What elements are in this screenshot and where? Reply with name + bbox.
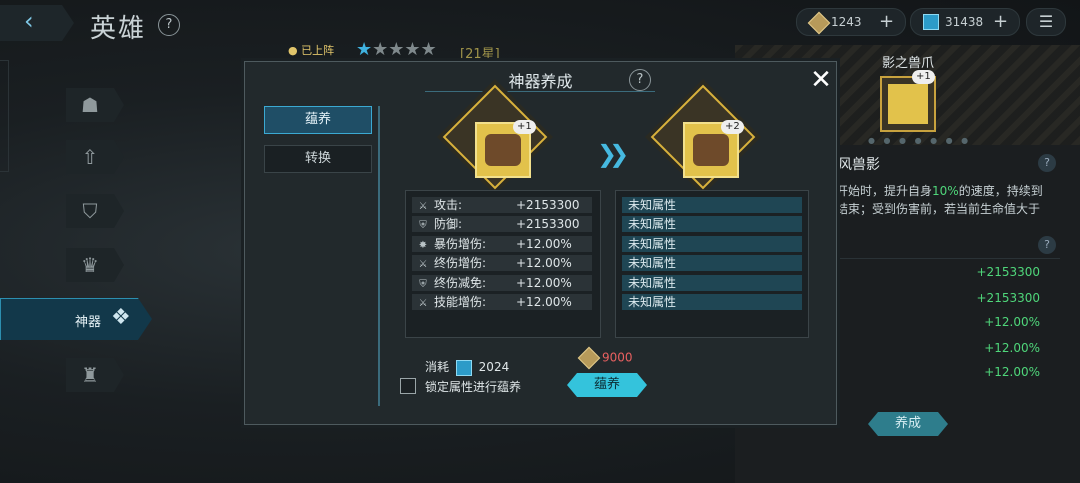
sidebar-item-artifact[interactable]: 神器 ❖ bbox=[0, 298, 152, 340]
gem-amount: 31438 bbox=[945, 15, 984, 29]
back-button[interactable]: ‹ bbox=[0, 5, 74, 41]
dialog-title: 神器养成 bbox=[508, 72, 573, 91]
sidebar-item-costume[interactable]: ♜ bbox=[66, 358, 124, 392]
stat-value: +12.00% bbox=[984, 365, 1040, 379]
final-damage-icon: ⚔ bbox=[418, 259, 428, 270]
current-level-badge: +1 bbox=[513, 120, 536, 134]
artifact-level-badge: +1 bbox=[912, 70, 935, 84]
deploy-status: ● 已上阵 bbox=[288, 44, 335, 57]
defense-icon: ⛨ bbox=[419, 220, 427, 231]
close-icon[interactable]: ✕ bbox=[808, 67, 834, 93]
star-rating: ★★★★★ bbox=[356, 39, 437, 60]
sidebar-edge bbox=[0, 60, 9, 172]
artifact-icon: ❖ bbox=[111, 305, 131, 330]
armor-icon: ♜ bbox=[81, 363, 99, 387]
page-dots: ● ● ● ● ● ● ● bbox=[868, 136, 972, 145]
stat-row: ⛨ 防御: +2153300 bbox=[412, 216, 592, 232]
add-gem-button[interactable]: + bbox=[993, 9, 1008, 35]
gold-coin-icon bbox=[807, 11, 831, 35]
cost-row: 消耗 2024 bbox=[425, 359, 510, 376]
tab-convert[interactable]: 转换 bbox=[264, 145, 372, 173]
artifact-dialog: 神器养成 ? ✕ 蕴养 转换 +1 ❯❯ +2 ⚔ 攻击: +2153300 ⛨ 防… bbox=[244, 61, 837, 425]
stat-value: +12.00% bbox=[984, 315, 1040, 329]
double-chevron-right-icon: ❯❯ bbox=[597, 140, 629, 168]
unknown-stat: 未知属性 bbox=[622, 255, 802, 271]
stat-value: +2153300 bbox=[976, 265, 1041, 279]
stat-row: ⚔ 技能增伤: +12.00% bbox=[412, 294, 592, 310]
cultivate-button[interactable]: 蕴养 bbox=[567, 373, 647, 397]
stat-value: +12.00% bbox=[984, 341, 1040, 355]
beast-claw-icon bbox=[485, 134, 521, 166]
artifact-thumbnail[interactable]: +1 bbox=[880, 70, 936, 132]
stat-row: ⚔ 攻击: +2153300 bbox=[412, 197, 592, 213]
sidebar-item-upgrade[interactable]: ⇧ bbox=[66, 140, 124, 174]
stat-row: ✸ 暴伤增伤: +12.00% bbox=[412, 236, 592, 252]
gem-cube-icon bbox=[923, 14, 939, 30]
beast-claw-icon bbox=[888, 84, 928, 124]
sidebar-item-equipment[interactable]: ⛉ bbox=[66, 194, 124, 228]
deploy-badge-icon: ● bbox=[288, 44, 298, 57]
shield-icon: ⛉ bbox=[82, 199, 98, 223]
sidebar-item-skills[interactable]: ♛ bbox=[66, 248, 124, 282]
star-level: [21星] bbox=[460, 47, 500, 62]
stat-value: +2153300 bbox=[976, 291, 1041, 305]
final-reduction-icon: ⛨ bbox=[419, 279, 427, 290]
helmet-icon: ☗ bbox=[81, 93, 99, 117]
gem-resource: 31438 + bbox=[910, 8, 1020, 36]
skill-damage-icon: ⚔ bbox=[418, 298, 428, 309]
skill-help-icon[interactable]: ? bbox=[1038, 154, 1056, 172]
unknown-stat: 未知属性 bbox=[622, 294, 802, 310]
skill-desc-line2: 斗结束；受到伤害前，若当前生命值大于 bbox=[824, 202, 1041, 216]
upgrade-arrow-icon: ⇧ bbox=[81, 145, 99, 169]
tab-cultivate[interactable]: 蕴养 bbox=[264, 106, 372, 134]
next-stats-box: 未知属性 未知属性 未知属性 未知属性 未知属性 未知属性 bbox=[615, 190, 809, 338]
gem-cube-icon bbox=[455, 359, 472, 376]
unknown-stat: 未知属性 bbox=[622, 275, 802, 291]
artifact-name: 影之兽爪 bbox=[882, 56, 935, 71]
upgrade-button[interactable]: 养成 bbox=[868, 412, 948, 436]
current-stats-box: ⚔ 攻击: +2153300 ⛨ 防御: +2153300 ✸ 暴伤增伤: +12.0… bbox=[405, 190, 601, 338]
unknown-stat: 未知属性 bbox=[622, 197, 802, 213]
skill-name: 风兽影 bbox=[838, 157, 880, 173]
stats-help-icon[interactable]: ? bbox=[1038, 236, 1056, 254]
beast-claw-icon bbox=[693, 134, 729, 166]
help-icon[interactable]: ? bbox=[158, 14, 180, 36]
dialog-help-icon[interactable]: ? bbox=[629, 69, 651, 91]
stats-list: +2153300 +2153300 +12.00% +12.00% +12.00… bbox=[838, 258, 1060, 379]
attack-icon: ⚔ bbox=[418, 201, 428, 212]
menu-icon: ☰ bbox=[1038, 12, 1054, 31]
gold-amount: 1243 bbox=[831, 15, 862, 29]
lock-label: 锁定属性进行蕴养 bbox=[425, 380, 522, 394]
add-gold-button[interactable]: + bbox=[879, 9, 894, 35]
sidebar-item-profile[interactable]: ☗ bbox=[66, 88, 124, 122]
gold-resource: 1243 + bbox=[796, 8, 906, 36]
stat-row: ⚔ 终伤增伤: +12.00% bbox=[412, 255, 592, 271]
next-level-badge: +2 bbox=[721, 120, 744, 134]
gold-cost: 9000 bbox=[577, 346, 633, 370]
cost-amount: 2024 bbox=[478, 360, 510, 374]
gold-coin-icon bbox=[577, 346, 601, 370]
stat-row: ⛨ 终伤减免: +12.00% bbox=[412, 275, 592, 291]
menu-button[interactable]: ☰ bbox=[1026, 8, 1066, 36]
back-arrow-icon: ‹ bbox=[24, 7, 34, 35]
sidebar-item-label: 神器 bbox=[75, 315, 102, 330]
unknown-stat: 未知属性 bbox=[622, 216, 802, 232]
page-title: 英雄 bbox=[90, 14, 147, 44]
unknown-stat: 未知属性 bbox=[622, 236, 802, 252]
crit-damage-icon: ✸ bbox=[418, 240, 428, 251]
claw-icon: ♛ bbox=[81, 253, 99, 277]
skill-desc-line1: 斗开始时，提升自身10%的速度，持续到 bbox=[824, 184, 1043, 198]
lock-checkbox[interactable] bbox=[400, 378, 416, 394]
divider bbox=[378, 106, 380, 406]
